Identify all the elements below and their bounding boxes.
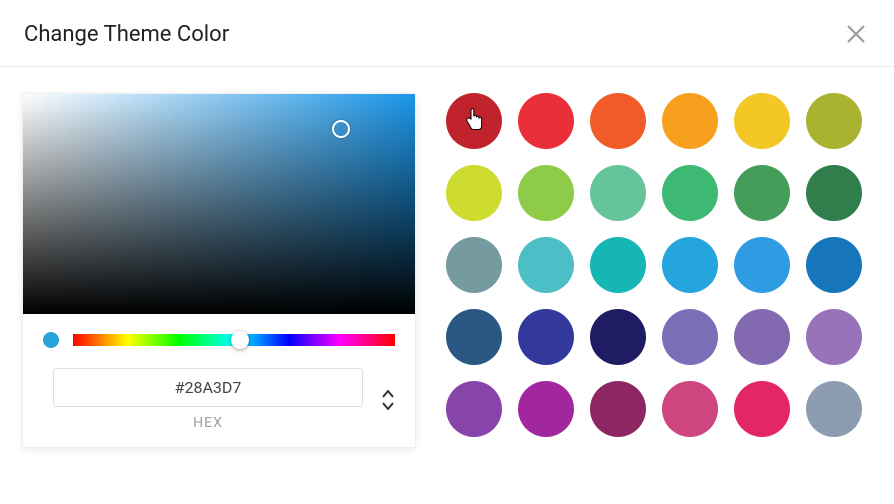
format-label: HEX	[193, 415, 223, 431]
chevron-down-icon	[381, 401, 395, 411]
dialog-title: Change Theme Color	[24, 22, 229, 47]
color-swatch[interactable]	[446, 309, 502, 365]
saturation-handle[interactable]	[332, 120, 350, 138]
color-swatch[interactable]	[590, 309, 646, 365]
hue-row	[23, 314, 415, 358]
color-swatch[interactable]	[446, 237, 502, 293]
close-icon	[844, 22, 868, 46]
chevron-up-icon	[381, 389, 395, 399]
color-swatch[interactable]	[806, 237, 862, 293]
color-swatch[interactable]	[662, 309, 718, 365]
color-swatch[interactable]	[518, 93, 574, 149]
value-row: HEX	[23, 358, 415, 447]
color-swatch[interactable]	[590, 93, 646, 149]
format-toggle[interactable]	[381, 389, 395, 411]
color-swatch[interactable]	[806, 93, 862, 149]
color-swatch[interactable]	[806, 309, 862, 365]
color-swatch[interactable]	[662, 165, 718, 221]
custom-color-picker: HEX	[22, 93, 416, 448]
saturation-area[interactable]	[23, 94, 415, 314]
preset-swatches	[446, 93, 862, 448]
color-swatch[interactable]	[806, 381, 862, 437]
color-swatch[interactable]	[590, 165, 646, 221]
color-swatch[interactable]	[518, 309, 574, 365]
color-swatch[interactable]	[446, 93, 502, 149]
color-swatch[interactable]	[662, 93, 718, 149]
dialog-header: Change Theme Color	[0, 0, 894, 67]
color-swatch[interactable]	[446, 381, 502, 437]
color-swatch[interactable]	[734, 309, 790, 365]
color-swatch[interactable]	[518, 237, 574, 293]
hex-input[interactable]	[53, 368, 363, 407]
close-button[interactable]	[842, 20, 870, 48]
hue-handle[interactable]	[231, 331, 249, 349]
color-swatch[interactable]	[734, 93, 790, 149]
color-swatch[interactable]	[518, 381, 574, 437]
color-swatch[interactable]	[662, 381, 718, 437]
color-swatch[interactable]	[806, 165, 862, 221]
color-swatch[interactable]	[662, 237, 718, 293]
color-swatch[interactable]	[446, 165, 502, 221]
color-swatch[interactable]	[734, 237, 790, 293]
color-swatch[interactable]	[734, 165, 790, 221]
color-swatch[interactable]	[734, 381, 790, 437]
color-swatch[interactable]	[518, 165, 574, 221]
hue-slider[interactable]	[73, 334, 395, 346]
current-color-swatch	[43, 332, 59, 348]
color-swatch[interactable]	[590, 381, 646, 437]
pointer-cursor-icon	[464, 107, 484, 135]
color-swatch[interactable]	[590, 237, 646, 293]
dialog-body: HEX	[0, 67, 894, 474]
